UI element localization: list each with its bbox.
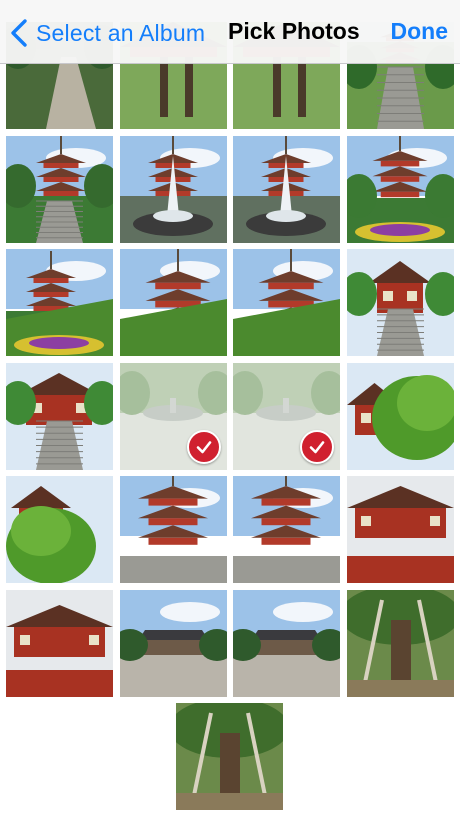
checkmark-icon	[187, 429, 221, 464]
photo-thumbnail[interactable]	[6, 589, 113, 697]
photo-thumbnail[interactable]	[120, 135, 227, 243]
photo-thumbnail[interactable]	[233, 249, 340, 356]
photo-thumbnail[interactable]	[6, 249, 113, 356]
page-title: Pick Photos	[228, 18, 360, 44]
photo-thumbnail[interactable]	[233, 135, 340, 243]
photo-image	[6, 589, 113, 697]
photo-thumbnail[interactable]	[176, 703, 283, 810]
back-button-label: Select an Album	[36, 19, 206, 46]
photo-image	[347, 589, 454, 697]
photo-thumbnail[interactable]	[233, 476, 340, 583]
photo-image	[120, 589, 227, 697]
back-button[interactable]: Select an Album	[10, 16, 205, 50]
photo-image	[120, 135, 227, 243]
photo-thumbnail[interactable]	[347, 476, 454, 583]
photo-image	[120, 476, 227, 583]
photo-image	[233, 589, 340, 697]
photo-thumbnail[interactable]	[347, 249, 454, 356]
done-button[interactable]: Done	[391, 18, 449, 45]
photo-image	[233, 249, 340, 356]
photo-image	[347, 476, 454, 583]
photo-image	[176, 703, 283, 810]
photo-thumbnail[interactable]	[347, 362, 454, 470]
photo-image	[233, 476, 340, 583]
photo-thumbnail[interactable]	[6, 476, 113, 583]
photo-thumbnail[interactable]	[347, 589, 454, 697]
photo-image	[347, 135, 454, 243]
photo-image	[120, 249, 227, 356]
photo-image	[6, 135, 113, 243]
photo-image	[6, 249, 113, 356]
photo-thumbnail[interactable]	[120, 476, 227, 583]
chevron-left-icon	[11, 19, 27, 47]
photo-thumbnail[interactable]	[233, 589, 340, 697]
photo-thumbnail[interactable]	[6, 135, 113, 243]
photo-image	[233, 135, 340, 243]
photo-image	[6, 476, 113, 583]
photo-thumbnail[interactable]	[233, 362, 340, 470]
photo-image	[347, 362, 454, 470]
navigation-bar: Select an Album Pick Photos Done	[0, 0, 460, 64]
photo-thumbnail[interactable]	[120, 362, 227, 470]
photo-thumbnail[interactable]	[347, 135, 454, 243]
photo-image	[347, 249, 454, 356]
photo-image	[6, 362, 113, 470]
photo-thumbnail[interactable]	[120, 589, 227, 697]
checkmark-icon	[300, 429, 334, 464]
photo-thumbnail[interactable]	[120, 249, 227, 356]
photo-thumbnail[interactable]	[6, 362, 113, 470]
